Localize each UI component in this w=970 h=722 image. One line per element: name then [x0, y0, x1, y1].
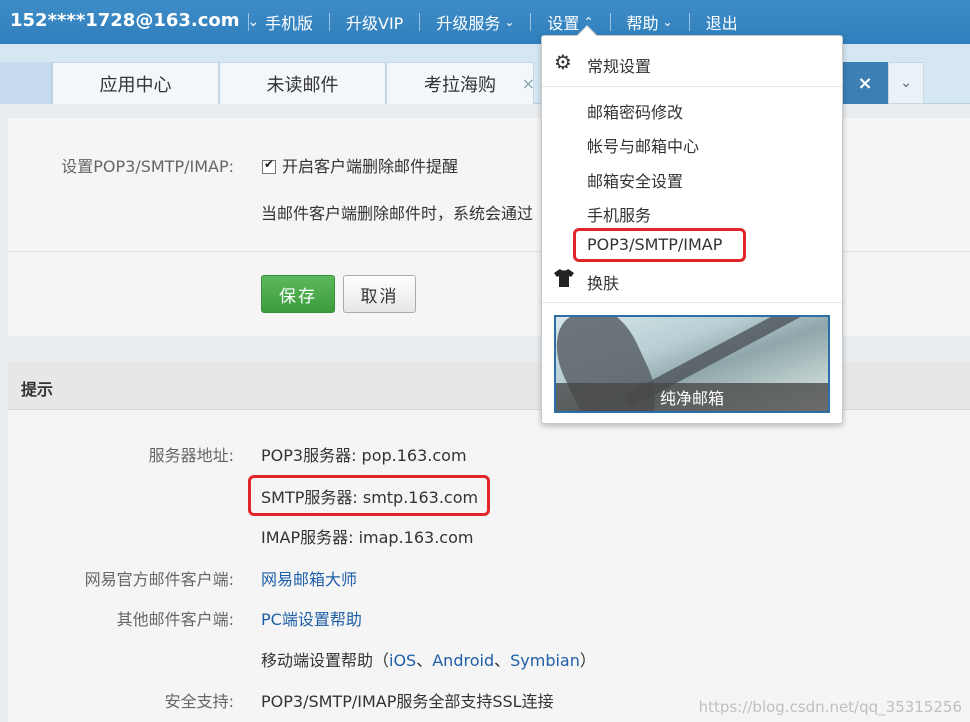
divider — [248, 13, 249, 31]
mobile-help: 移动端设置帮助（iOS、Android、Symbian） — [261, 647, 596, 671]
other-client-label: 其他邮件客户端: — [116, 610, 234, 629]
tab-label: 考拉海购 — [424, 74, 496, 96]
chevron-down-icon: ⌄ — [504, 15, 515, 29]
imap-server: IMAP服务器: imap.163.com — [261, 528, 474, 547]
android-link[interactable]: Android — [432, 651, 494, 670]
checkbox-label: 开启客户端删除邮件提醒 — [282, 157, 459, 176]
menu-skin[interactable]: 换肤 — [587, 270, 619, 294]
tab-more[interactable]: ⌄ — [888, 62, 924, 104]
checkbox[interactable] — [262, 157, 276, 174]
tab-app-center[interactable]: 应用中心 — [52, 62, 219, 104]
nav-label: 设置 — [547, 14, 580, 33]
tab-label: 应用中心 — [99, 74, 172, 96]
mobile-help-prefix: 移动端设置帮助（ — [261, 651, 390, 670]
separator: 、 — [416, 651, 433, 670]
menu-mobile-service[interactable]: 手机服务 — [587, 202, 651, 226]
tab-unread-mail[interactable]: 未读邮件 — [219, 62, 386, 104]
pop3-menu-highlight — [573, 228, 746, 262]
divider — [609, 13, 611, 31]
ios-link[interactable]: iOS — [389, 651, 416, 670]
nav-help[interactable]: 帮助 ⌄ — [619, 10, 681, 34]
skin-caption: 纯净邮箱 — [556, 383, 828, 411]
divider — [530, 13, 532, 31]
divider — [542, 302, 842, 303]
security-label: 安全支持: — [164, 692, 234, 711]
pop3-setting-label: 设置POP3/SMTP/IMAP: — [61, 157, 234, 176]
nav-label: 升级服务 — [436, 14, 501, 33]
server-address-label: 服务器地址: — [148, 446, 234, 465]
close-icon[interactable]: × — [522, 74, 535, 93]
nav-logout[interactable]: 退出 — [698, 10, 746, 34]
separator: 、 — [494, 651, 511, 670]
security-value: POP3/SMTP/IMAP服务全部支持SSL连接 — [261, 692, 554, 711]
smtp-highlight — [248, 475, 490, 516]
nav-label: 升级VIP — [346, 14, 404, 33]
menu-account-center[interactable]: 帐号与邮箱中心 — [587, 133, 699, 157]
official-client-link[interactable]: 网易邮箱大师 — [261, 566, 357, 590]
hint-panel: 服务器地址: POP3服务器: pop.163.com SMTP服务器: smt… — [8, 410, 970, 722]
tab-stub[interactable] — [0, 62, 52, 104]
chevron-down-icon: ⌄ — [900, 75, 912, 91]
tab-label: 未读邮件 — [266, 74, 339, 96]
delete-reminder-desc: 当邮件客户端删除邮件时，系统会通过 — [261, 204, 534, 223]
divider — [419, 13, 421, 31]
pc-help-link[interactable]: PC端设置帮助 — [261, 606, 362, 630]
menu-security[interactable]: 邮箱安全设置 — [587, 168, 683, 192]
account-email: 152****1728@163.com — [10, 10, 240, 31]
tshirt-icon — [554, 268, 574, 292]
nav-upgrade-vip[interactable]: 升级VIP — [338, 10, 411, 34]
chevron-down-icon: ⌄ — [662, 15, 673, 29]
account-menu[interactable]: 152****1728@163.com ⌄ — [10, 10, 259, 31]
close-icon[interactable]: × — [857, 73, 872, 94]
gear-icon: ⚙ — [554, 50, 572, 74]
hint-title: 提示 — [21, 380, 54, 399]
divider — [542, 86, 842, 87]
nav-mobile[interactable]: 手机版 — [257, 10, 321, 34]
cancel-button[interactable]: 取消 — [343, 275, 416, 313]
mobile-help-suffix: ） — [579, 651, 596, 670]
divider — [329, 13, 331, 31]
tab-kaola[interactable]: 考拉海购 × — [386, 62, 535, 104]
menu-password[interactable]: 邮箱密码修改 — [587, 99, 683, 123]
tab-active-close[interactable]: × — [842, 62, 888, 104]
menu-general-settings[interactable]: 常规设置 — [587, 53, 651, 77]
nav-label: 手机版 — [265, 14, 314, 33]
pop3-server: POP3服务器: pop.163.com — [261, 446, 467, 465]
nav-upgrade-service[interactable]: 升级服务 ⌄ — [428, 10, 522, 34]
delete-reminder-option[interactable]: 开启客户端删除邮件提醒 — [262, 153, 458, 177]
skin-preview[interactable]: 纯净邮箱 — [554, 315, 830, 413]
official-client-label: 网易官方邮件客户端: — [84, 570, 234, 589]
symbian-link[interactable]: Symbian — [510, 651, 580, 670]
divider — [688, 13, 690, 31]
nav-label: 帮助 — [626, 14, 659, 33]
save-button[interactable]: 保存 — [261, 275, 335, 313]
watermark: https://blog.csdn.net/qq_35315256 — [698, 698, 962, 716]
nav-label: 退出 — [705, 14, 738, 33]
